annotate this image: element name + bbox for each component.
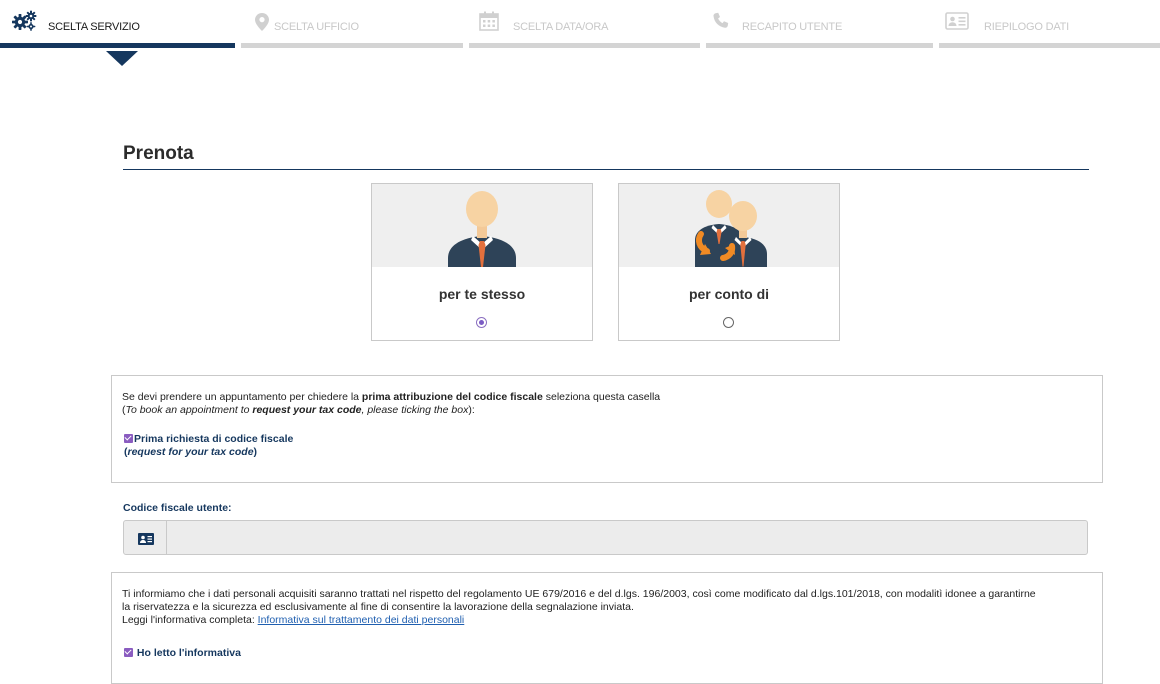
- instruction-text: Se devi prendere un appuntamento per chi…: [122, 391, 362, 403]
- first-tax-code-checkbox[interactable]: [124, 434, 133, 443]
- instruction-en: , please ticking the box: [361, 404, 469, 416]
- checkbox-sublabel: request for your tax code: [127, 446, 254, 458]
- tax-code-instructions: Se devi prendere un appuntamento per chi…: [122, 391, 660, 417]
- two-persons-exchange-icon: [619, 184, 839, 267]
- id-card-icon: [138, 532, 154, 550]
- map-pin-icon: [255, 13, 269, 36]
- instruction-bold: prima attribuzione del codice fiscale: [361, 391, 543, 403]
- privacy-checkbox-row[interactable]: Ho letto l'informativa: [124, 647, 241, 660]
- step-label: RECAPITO UTENTE: [742, 21, 843, 33]
- step-label: RIEPILOGO DATI: [984, 21, 1070, 33]
- privacy-notice-box: Ti informiamo che i dati personali acqui…: [111, 572, 1103, 684]
- step-riepilogo-dati[interactable]: RIEPILOGO DATI: [939, 8, 1160, 48]
- paren: ):: [468, 404, 475, 416]
- page-title: Prenota: [123, 143, 194, 164]
- progress-steps: SCELTA SERVIZIO SCELTA UFFICIO SCELTA DA…: [0, 0, 1160, 70]
- step-scelta-servizio[interactable]: SCELTA SERVIZIO: [0, 8, 235, 48]
- privacy-policy-link[interactable]: Informativa sul trattamento dei dati per…: [258, 614, 465, 626]
- codice-fiscale-label: Codice fiscale utente:: [123, 502, 232, 514]
- step-label: SCELTA SERVIZIO: [48, 21, 140, 33]
- instruction-text: seleziona questa casella: [542, 391, 661, 403]
- privacy-read-checkbox[interactable]: [124, 648, 133, 657]
- step-bar: [469, 43, 700, 48]
- id-card-icon: [945, 12, 969, 35]
- step-bar: [706, 43, 933, 48]
- option-card-self[interactable]: per te stesso: [371, 183, 593, 341]
- checkbox-label: Prima richiesta di codice fiscale: [134, 433, 294, 445]
- option-label: per te stesso: [438, 286, 526, 302]
- first-tax-code-checkbox-row[interactable]: Prima richiesta di codice fiscale (reque…: [124, 433, 293, 459]
- radio-self[interactable]: [476, 317, 487, 328]
- gears-icon: [11, 10, 37, 37]
- phone-icon: [712, 12, 730, 35]
- privacy-text: Ti informiamo che i dati personali acqui…: [122, 588, 1097, 627]
- radio-on-behalf[interactable]: [723, 317, 734, 328]
- option-label: per conto di: [688, 286, 770, 302]
- privacy-line: Leggi l'informativa completa:: [122, 614, 258, 626]
- active-step-pointer: [106, 51, 138, 66]
- paren: ): [253, 446, 258, 458]
- checkbox-label: Ho letto l'informativa: [136, 647, 241, 659]
- tax-code-request-box: Se devi prendere un appuntamento per chi…: [111, 375, 1103, 483]
- step-bar: [241, 43, 463, 48]
- codice-fiscale-addon: [123, 520, 167, 555]
- single-person-icon: [372, 184, 592, 267]
- option-card-on-behalf[interactable]: per conto di: [618, 183, 840, 341]
- step-label: SCELTA UFFICIO: [274, 21, 359, 33]
- title-divider: [123, 169, 1089, 170]
- step-scelta-data-ora[interactable]: SCELTA DATA/ORA: [469, 8, 700, 48]
- privacy-line: la riservatezza e la sicurezza ed esclus…: [122, 601, 634, 613]
- step-recapito-utente[interactable]: RECAPITO UTENTE: [706, 8, 933, 48]
- privacy-line: Ti informiamo che i dati personali acqui…: [122, 588, 1036, 600]
- instruction-en: To book an appointment to: [125, 404, 253, 416]
- step-active-bar: [0, 43, 235, 48]
- step-scelta-ufficio[interactable]: SCELTA UFFICIO: [241, 8, 463, 48]
- step-bar: [939, 43, 1160, 48]
- instruction-en-bold: request your tax code: [252, 404, 362, 416]
- codice-fiscale-input[interactable]: [166, 520, 1088, 555]
- calendar-icon: [479, 11, 499, 36]
- codice-fiscale-field: [123, 520, 1088, 555]
- step-label: SCELTA DATA/ORA: [513, 21, 609, 33]
